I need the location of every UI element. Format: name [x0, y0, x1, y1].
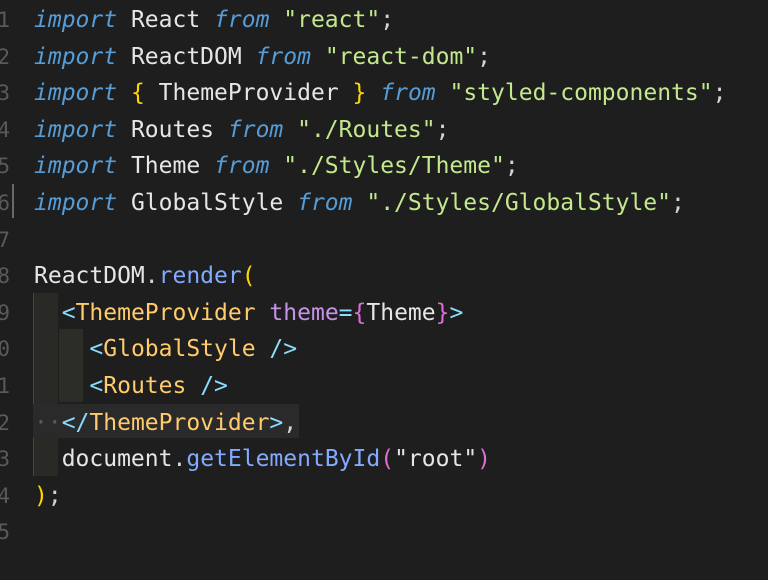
code-token: ReactDOM [117, 43, 256, 70]
code-token: "./Styles/GlobalStyle" [352, 190, 671, 216]
code-token: import [34, 7, 118, 33]
code-token: </ [61, 409, 90, 436]
code-token: "./Styles/Theme" [269, 153, 505, 180]
code-line: import Theme from "./Styles/Theme"; [34, 148, 519, 185]
line-number: 5 [0, 520, 10, 545]
code-token: from [297, 190, 353, 216]
code-token: /> [255, 336, 298, 363]
code-token: ; [380, 7, 395, 33]
code-token: Theme [366, 299, 436, 326]
code-line: ); [34, 478, 62, 515]
code-token: from [214, 153, 270, 180]
gutter-change-marker [12, 184, 14, 218]
code-token: < [89, 336, 104, 363]
code-token: React [117, 7, 215, 33]
code-token: ; [671, 190, 685, 216]
code-line: import Routes from "./Routes"; [34, 112, 449, 149]
code-token: /> [186, 373, 228, 399]
code-token: import [34, 190, 118, 216]
code-token: { [130, 80, 145, 107]
code-token: render [158, 263, 242, 290]
line-number: 7 [0, 227, 10, 252]
code-token: ·· [34, 409, 62, 436]
code-line: import React from "react"; [34, 2, 394, 39]
code-token: } [435, 299, 450, 326]
code-token: > [449, 299, 464, 326]
code-line: <ThemeProvider theme={Theme}> [34, 295, 464, 332]
code-token: "react" [269, 7, 381, 33]
code-token: from [380, 80, 436, 107]
code-token: ; [712, 80, 727, 107]
code-token: document [34, 446, 173, 473]
line-number: 4 [0, 483, 10, 508]
code-token: > [269, 409, 284, 436]
code-line: ··</ThemeProvider>, [34, 405, 297, 442]
code-line: import ReactDOM from "react-dom"; [34, 39, 491, 76]
line-number: 2 [0, 44, 10, 69]
code-token: import [34, 80, 118, 107]
line-number: 2 [0, 410, 10, 435]
code-line: <GlobalStyle /> [34, 331, 297, 368]
code-token: < [89, 373, 104, 399]
line-number: 3 [0, 81, 10, 106]
code-token: "./Routes" [283, 116, 436, 143]
code-token: from [227, 116, 284, 143]
code-token: GlobalStyle [103, 336, 256, 363]
code-token: , [283, 409, 298, 436]
code-line: import GlobalStyle from "./Styles/Global… [34, 185, 685, 222]
code-token: ; [47, 482, 62, 509]
line-number: 1 [0, 8, 10, 32]
code-token: ( [241, 263, 256, 290]
code-token: ; [504, 153, 519, 180]
code-token: ) [34, 482, 48, 509]
code-token: . [172, 446, 187, 473]
code-token: getElementById [186, 446, 381, 473]
code-token: import [34, 153, 118, 180]
line-number: 3 [0, 447, 10, 472]
code-token: theme [255, 299, 339, 326]
code-token: ; [477, 43, 491, 70]
line-number-gutter: 1 2 3 4 5 6 7 8 9 0 1 2 3 4 5 [0, 0, 12, 580]
code-token: GlobalStyle [117, 190, 298, 216]
code-token: ) [477, 446, 492, 473]
code-token: "root" [394, 446, 478, 473]
code-line: ReactDOM.render( [34, 258, 256, 295]
code-token: from [214, 7, 270, 33]
code-token: "react-dom" [310, 43, 478, 70]
code-token: "styled-components" [435, 80, 713, 107]
code-token: ( [380, 446, 395, 473]
line-number: 9 [0, 300, 10, 325]
line-number: 0 [0, 337, 10, 362]
code-token: ReactDOM [34, 263, 145, 290]
code-token: ThemeProvider [144, 80, 353, 107]
line-number: 6 [0, 191, 10, 215]
line-number: 5 [0, 154, 10, 179]
line-number: 4 [0, 117, 10, 142]
code-token: Routes [117, 116, 228, 143]
code-token: import [34, 43, 118, 70]
line-number: 8 [0, 264, 10, 289]
code-line: document.getElementById("root") [34, 441, 491, 478]
code-line: import { ThemeProvider } from "styled-co… [34, 75, 726, 112]
code-token: . [144, 263, 159, 290]
code-token: { [352, 299, 367, 326]
code-token: ThemeProvider [75, 299, 256, 326]
code-token: = [338, 299, 353, 326]
code-token: } [352, 80, 367, 107]
code-line: <Routes /> [34, 368, 228, 405]
line-number: 1 [0, 374, 10, 398]
code-token: Routes [103, 373, 187, 399]
code-token: Theme [117, 153, 215, 180]
code-token: ThemeProvider [89, 409, 270, 436]
code-token: ; [435, 116, 450, 143]
code-editor[interactable]: 1 2 3 4 5 6 7 8 9 0 1 2 3 4 5 import React from "react… [0, 0, 768, 580]
code-token: < [61, 299, 76, 326]
code-token: from [255, 43, 311, 70]
code-token: import [34, 116, 118, 143]
